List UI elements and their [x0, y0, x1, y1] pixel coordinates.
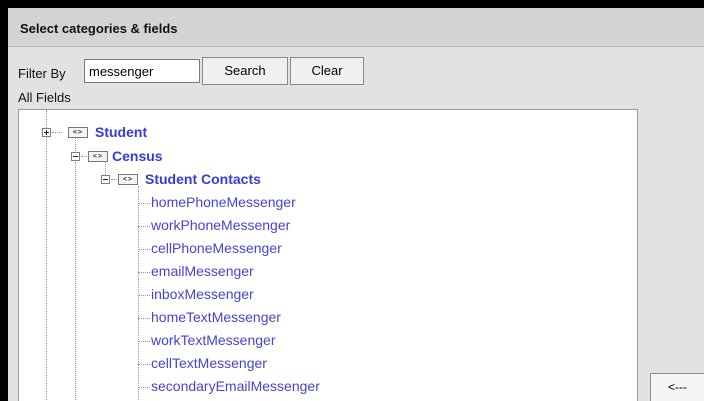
tree-guide-line — [75, 162, 76, 401]
tree-connector — [138, 226, 150, 227]
field-home-text-messenger[interactable]: homeTextMessenger — [151, 309, 281, 325]
category-icon: <> — [118, 174, 138, 185]
plus-box-icon[interactable] — [42, 128, 51, 137]
panel-title: Select categories & fields — [20, 21, 178, 36]
field-email-messenger[interactable]: emailMessenger — [151, 263, 254, 279]
search-button[interactable]: Search — [202, 57, 288, 85]
filter-input[interactable] — [84, 59, 200, 83]
field-cell-text-messenger[interactable]: cellTextMessenger — [151, 355, 267, 371]
field-work-phone-messenger[interactable]: workPhoneMessenger — [151, 217, 290, 233]
tree-connector — [111, 179, 117, 180]
minus-box-icon[interactable] — [71, 152, 80, 161]
category-student-contacts[interactable]: Student Contacts — [145, 171, 261, 187]
tree-connector — [81, 156, 87, 157]
field-home-phone-messenger[interactable]: homePhoneMessenger — [151, 194, 296, 210]
remove-field-button[interactable]: <--- — [650, 373, 704, 401]
tree-connector — [52, 132, 62, 133]
category-student[interactable]: Student — [95, 124, 147, 140]
panel-header: Select categories & fields — [8, 8, 704, 47]
field-work-text-messenger[interactable]: workTextMessenger — [151, 332, 276, 348]
category-census[interactable]: Census — [112, 148, 163, 164]
clear-button[interactable]: Clear — [290, 57, 364, 85]
category-icon: <> — [68, 127, 88, 138]
field-secondary-email-messenger[interactable]: secondaryEmailMessenger — [151, 378, 320, 394]
filter-label: Filter By — [18, 66, 66, 81]
field-cell-phone-messenger[interactable]: cellPhoneMessenger — [151, 240, 282, 256]
tree-guide-line — [138, 186, 139, 401]
tree-connector — [138, 387, 150, 388]
field-inbox-messenger[interactable]: inboxMessenger — [151, 286, 254, 302]
field-tree[interactable]: <> Student <> Census <> Student Contacts… — [18, 109, 638, 401]
tree-connector — [138, 203, 150, 204]
tree-connector — [138, 318, 150, 319]
tree-guide-line — [46, 110, 47, 401]
tree-connector — [138, 364, 150, 365]
tree-guide-line — [105, 161, 106, 175]
tree-connector — [138, 249, 150, 250]
all-fields-label: All Fields — [18, 90, 71, 105]
minus-box-icon[interactable] — [101, 175, 110, 184]
tree-connector — [138, 272, 150, 273]
tree-connector — [138, 341, 150, 342]
tree-connector — [138, 295, 150, 296]
